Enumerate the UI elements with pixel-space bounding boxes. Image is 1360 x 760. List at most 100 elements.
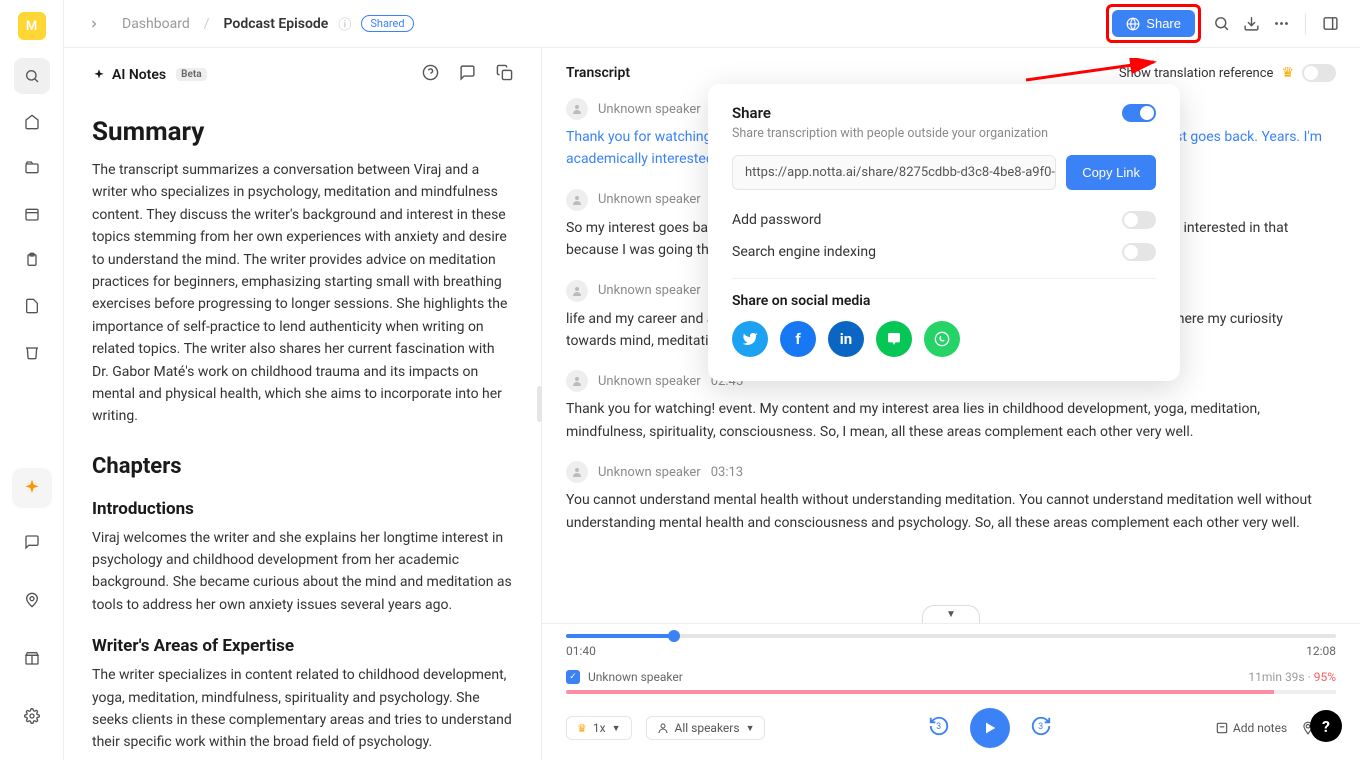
speaker-avatar — [566, 189, 588, 211]
file-icon — [24, 298, 40, 314]
sidebar-file[interactable] — [14, 288, 50, 324]
help-fab[interactable]: ? — [1310, 710, 1342, 742]
speaker-stats: 11min 39s · 95% — [1248, 670, 1336, 684]
progress-bar[interactable] — [566, 634, 1336, 638]
progress-thumb[interactable] — [668, 630, 680, 642]
back-button[interactable] — [84, 14, 104, 34]
chat-button[interactable] — [459, 64, 476, 85]
top-search[interactable] — [1211, 14, 1231, 34]
share-subtitle: Share transcription with people outside … — [732, 126, 1156, 141]
location-icon — [24, 592, 40, 608]
clipboard-icon — [24, 252, 40, 268]
chevron-down-icon: ▼ — [746, 723, 755, 734]
sidebar-settings[interactable] — [14, 698, 50, 734]
resize-handle[interactable] — [537, 386, 542, 422]
download-button[interactable] — [1241, 14, 1261, 34]
shared-badge: Shared — [361, 15, 413, 32]
panel-icon — [1322, 15, 1339, 32]
speaker-checkbox[interactable]: ✓ — [566, 670, 580, 684]
skip-forward-button[interactable]: 3 — [1030, 715, 1052, 742]
more-button[interactable] — [1271, 14, 1291, 34]
transcript-title: Transcript — [566, 65, 630, 81]
share-url[interactable]: https://app.notta.ai/share/8275cdbb-d3c8… — [732, 155, 1056, 190]
share-linkedin[interactable]: in — [828, 321, 864, 357]
seo-toggle[interactable] — [1122, 243, 1156, 261]
sidebar-ai-button[interactable] — [12, 468, 52, 508]
avatar[interactable]: M — [18, 12, 46, 40]
turn-speaker: Unknown speaker — [598, 102, 701, 117]
turn-text: You cannot understand mental health with… — [566, 489, 1336, 534]
copy-link-button[interactable]: Copy Link — [1066, 155, 1156, 190]
share-button[interactable]: Share — [1112, 10, 1195, 37]
turn-speaker: Unknown speaker — [598, 465, 701, 480]
add-notes-button[interactable]: Add notes — [1215, 721, 1287, 735]
sidebar-chat[interactable] — [14, 524, 50, 560]
gift-icon — [24, 650, 40, 666]
panel-button[interactable] — [1320, 14, 1340, 34]
ai-notes-pane: AI Notes Beta Summary The transcript sum… — [64, 48, 542, 760]
transcript-turn[interactable]: Unknown speaker 02:45 Thank you for watc… — [566, 370, 1336, 443]
collapse-handle[interactable]: ▼ — [542, 605, 1360, 623]
speakers-picker[interactable]: All speakers ▼ — [646, 716, 766, 740]
sidebar-gift[interactable] — [14, 640, 50, 676]
chevron-right-icon — [88, 18, 100, 30]
share-popover: Share Share transcription with people ou… — [708, 84, 1180, 381]
speaker-avatar — [566, 98, 588, 120]
add-password-toggle[interactable] — [1122, 211, 1156, 229]
search-icon — [24, 68, 40, 84]
whatsapp-icon — [934, 331, 950, 347]
note-icon — [1215, 721, 1229, 735]
sidebar-folder[interactable] — [14, 150, 50, 186]
show-ref-toggle[interactable] — [1302, 64, 1336, 82]
topbar: Dashboard / Podcast Episode ⓘ Shared Sha… — [64, 0, 1360, 48]
speaker-avatar — [566, 280, 588, 302]
help-button[interactable] — [422, 64, 439, 85]
speaker-avatar — [566, 461, 588, 483]
share-highlight: Share — [1106, 4, 1201, 43]
current-time: 01:40 — [566, 644, 596, 658]
seo-option: Search engine indexing — [732, 236, 1156, 268]
sidebar-search[interactable] — [14, 58, 50, 94]
add-password-option: Add password — [732, 204, 1156, 236]
speaker-heatmap — [566, 690, 1336, 694]
folder-icon — [24, 160, 40, 176]
sidebar-location[interactable] — [14, 582, 50, 618]
crown-icon: ♛ — [577, 722, 587, 735]
chevron-down-icon: ▼ — [612, 723, 621, 734]
sidebar-home[interactable] — [14, 104, 50, 140]
sparkle-icon — [22, 478, 42, 498]
user-icon — [657, 722, 669, 734]
speaker-label: Unknown speaker — [588, 670, 1240, 684]
sparkle-icon — [92, 68, 106, 82]
sidebar-clipboard[interactable] — [14, 242, 50, 278]
sidebar-calendar[interactable] — [14, 196, 50, 232]
skip-back-button[interactable]: 3 — [928, 715, 950, 742]
copy-icon — [496, 64, 513, 81]
breadcrumb-root[interactable]: Dashboard — [122, 16, 190, 32]
trash-icon — [24, 344, 40, 360]
info-icon[interactable]: ⓘ — [338, 14, 351, 33]
share-whatsapp[interactable] — [924, 321, 960, 357]
sidebar: M — [0, 0, 64, 760]
play-button[interactable] — [970, 708, 1010, 748]
share-button-label: Share — [1146, 16, 1181, 31]
share-twitter[interactable] — [732, 321, 768, 357]
home-icon — [24, 114, 40, 130]
total-time: 12:08 — [1306, 644, 1336, 658]
chapters-heading: Chapters — [92, 454, 513, 479]
line-icon — [886, 331, 902, 347]
share-facebook[interactable]: f — [780, 321, 816, 357]
playback-bar: 01:40 12:08 ✓ Unknown speaker 11min 39s … — [542, 623, 1360, 760]
more-icon — [1273, 15, 1290, 32]
twitter-icon — [742, 331, 758, 347]
share-line[interactable] — [876, 321, 912, 357]
search-icon — [1213, 15, 1230, 32]
speed-picker[interactable]: ♛1x ▼ — [566, 716, 632, 740]
share-toggle[interactable] — [1122, 104, 1156, 122]
transcript-turn[interactable]: Unknown speaker 03:13 You cannot underst… — [566, 461, 1336, 534]
sidebar-trash[interactable] — [14, 334, 50, 370]
copy-button[interactable] — [496, 64, 513, 85]
turn-text: Thank you for watching! event. My conten… — [566, 398, 1336, 443]
share-title: Share — [732, 104, 771, 122]
social-share-title: Share on social media — [732, 293, 1156, 309]
